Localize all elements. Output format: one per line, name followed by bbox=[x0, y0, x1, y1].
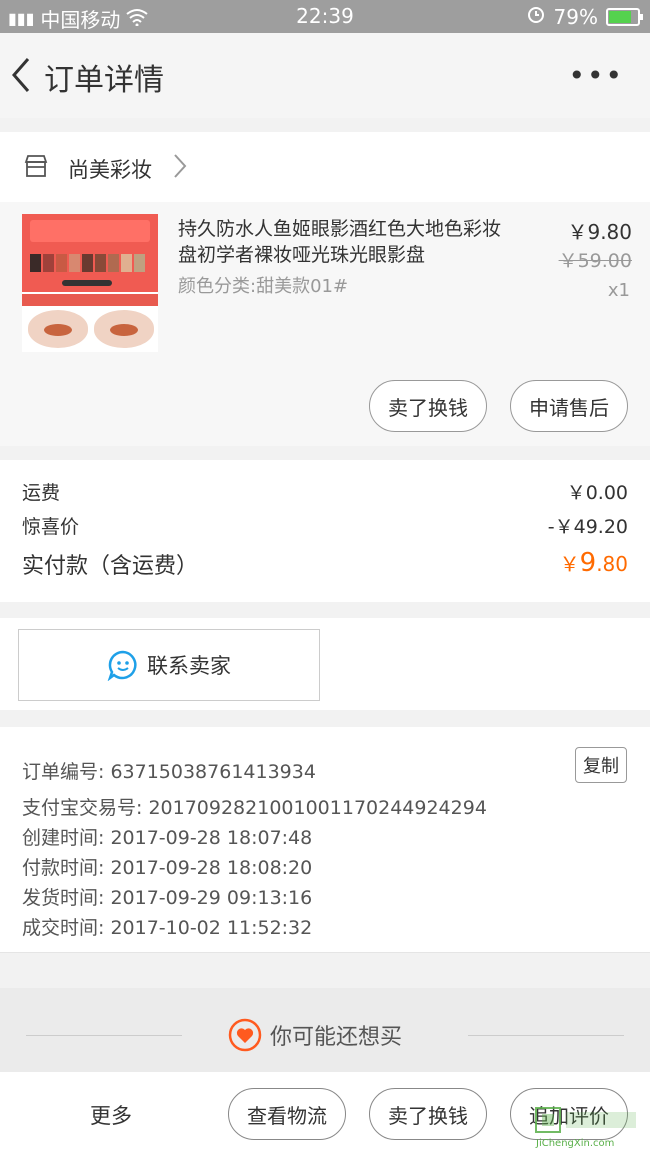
back-icon[interactable] bbox=[8, 55, 38, 95]
divider-right bbox=[468, 1035, 624, 1036]
recommend-heading: 你可能还想买 bbox=[228, 1018, 402, 1052]
shipping-label: 运费 bbox=[22, 482, 61, 504]
order-item[interactable]: 持久防水人鱼姬眼影酒红色大地色彩妆盘初学者裸妆哑光珠光眼影盘 颜色分类:甜美款0… bbox=[0, 202, 650, 446]
more-menu-icon[interactable]: ••• bbox=[568, 59, 624, 92]
product-sku: 颜色分类:甜美款01# bbox=[178, 276, 349, 297]
created-time: 创建时间: 2017-09-28 18:07:48 bbox=[22, 827, 313, 849]
contact-seller-button[interactable]: 联系卖家 bbox=[18, 629, 320, 701]
nav-bar: 订单详情 ••• bbox=[0, 33, 650, 118]
shop-row[interactable]: 尚美彩妆 bbox=[0, 132, 650, 202]
alarm-icon bbox=[526, 4, 546, 29]
divider bbox=[0, 952, 650, 953]
store-icon bbox=[24, 154, 48, 178]
completed-time: 成交时间: 2017-10-02 11:52:32 bbox=[22, 917, 313, 939]
shop-name: 尚美彩妆 bbox=[68, 158, 152, 182]
discount-label: 惊喜价 bbox=[22, 516, 80, 538]
shipping-value: ￥0.00 bbox=[566, 482, 628, 504]
watermark-text: JiChengXin.com bbox=[536, 1138, 615, 1149]
more-button[interactable]: 更多 bbox=[90, 1100, 132, 1130]
price-summary: 运费 ￥0.00 惊喜价 -￥49.20 实付款（含运费） ￥9.80 bbox=[0, 460, 650, 602]
status-right: 79% bbox=[526, 4, 643, 29]
contact-area: 联系卖家 bbox=[0, 618, 650, 710]
contact-seller-label: 联系卖家 bbox=[147, 654, 231, 678]
paid-label: 实付款（含运费） bbox=[22, 554, 199, 579]
apply-after-sale-button[interactable]: 申请售后 bbox=[510, 380, 628, 432]
order-info: 订单编号: 63715038761413934 复制 支付宝交易号: 20170… bbox=[0, 727, 650, 953]
sell-for-cash-button[interactable]: 卖了换钱 bbox=[369, 380, 487, 432]
status-bar: ▮▮▮ 中国移动 22:39 79% bbox=[0, 0, 650, 33]
page-title: 订单详情 bbox=[44, 63, 164, 98]
watermark-logo-icon bbox=[535, 1107, 636, 1133]
battery-icon bbox=[606, 7, 643, 26]
chevron-right-icon bbox=[172, 152, 188, 180]
product-title[interactable]: 持久防水人鱼姬眼影酒红色大地色彩妆盘初学者裸妆哑光珠光眼影盘 bbox=[178, 216, 518, 268]
product-thumbnail[interactable] bbox=[22, 214, 158, 352]
paid-time: 付款时间: 2017-09-28 18:08:20 bbox=[22, 857, 313, 879]
paid-amount: ￥9.80 bbox=[559, 548, 628, 578]
divider-left bbox=[26, 1035, 182, 1036]
order-number: 订单编号: 63715038761413934 bbox=[22, 761, 316, 783]
heart-icon bbox=[228, 1018, 262, 1052]
product-price: ￥9.80 bbox=[567, 220, 632, 244]
watermark: JiChengXin.com bbox=[530, 1106, 648, 1152]
alipay-number: 支付宝交易号: 2017092821001001170244924294 bbox=[22, 797, 487, 819]
sell-for-cash-button-bottom[interactable]: 卖了换钱 bbox=[369, 1088, 487, 1140]
recommend-label: 你可能还想买 bbox=[270, 1025, 403, 1050]
copy-button[interactable]: 复制 bbox=[575, 747, 627, 783]
view-logistics-button[interactable]: 查看物流 bbox=[228, 1088, 346, 1140]
product-original-price: ￥59.00 bbox=[558, 250, 632, 272]
paid-row: 实付款（含运费） ￥9.80 bbox=[22, 548, 628, 580]
recommend-section: 你可能还想买 bbox=[0, 988, 650, 1078]
battery-percent: 79% bbox=[553, 4, 598, 29]
discount-row: 惊喜价 -￥49.20 bbox=[22, 512, 628, 539]
chat-bubble-icon bbox=[107, 649, 139, 682]
shipping-row: 运费 ￥0.00 bbox=[22, 478, 628, 505]
product-quantity: x1 bbox=[607, 280, 630, 301]
discount-value: -￥49.20 bbox=[547, 516, 628, 538]
shipped-time: 发货时间: 2017-09-29 09:13:16 bbox=[22, 887, 313, 909]
